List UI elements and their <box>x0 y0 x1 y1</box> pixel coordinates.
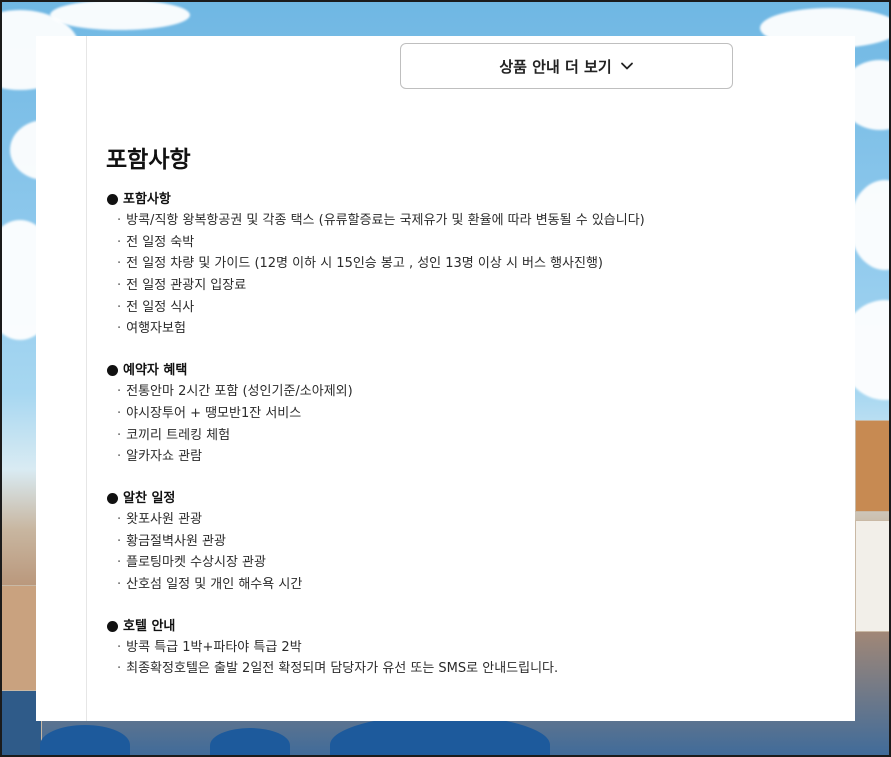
group-heading: 예약자 혜택 <box>107 360 827 381</box>
bullet-circle-icon <box>107 194 118 205</box>
list-item: 야시장투어 + 땡모반1잔 서비스 <box>107 403 827 425</box>
inclusions-list: 포함사항 방콕/직항 왕복항공권 및 각종 택스 (유류할증료는 국제유가 및 … <box>107 189 827 700</box>
blue-dome-shape <box>330 715 550 757</box>
list-item: 전통안마 2시간 포함 (성인기준/소아제외) <box>107 381 827 403</box>
cloud-shape <box>50 0 190 30</box>
list-item: 황금절벽사원 관광 <box>107 531 827 553</box>
group-included: 포함사항 방콕/직항 왕복항공권 및 각종 택스 (유류할증료는 국제유가 및 … <box>107 189 827 340</box>
cloud-shape <box>850 180 891 270</box>
more-product-info-button[interactable]: 상품 안내 더 보기 <box>400 43 733 89</box>
group-heading: 호텔 안내 <box>107 616 827 637</box>
blue-dome-shape <box>210 728 290 757</box>
group-heading: 포함사항 <box>107 189 827 210</box>
blue-dome-shape <box>40 725 130 757</box>
group-hotel-info: 호텔 안내 방콕 특급 1박+파타야 특급 2박 최종확정호텔은 출발 2일전 … <box>107 616 827 680</box>
card-left-divider <box>86 36 87 721</box>
list-item: 최종확정호텔은 출발 2일전 확정되며 담당자가 유선 또는 SMS로 안내드립… <box>107 658 827 680</box>
building-shape <box>855 420 891 512</box>
bullet-circle-icon <box>107 492 118 504</box>
list-item: 전 일정 숙박 <box>107 232 827 254</box>
list-item: 플로팅마켓 수상시장 관광 <box>107 552 827 574</box>
list-item: 전 일정 차량 및 가이드 (12명 이하 시 15인승 봉고 , 성인 13명… <box>107 253 827 275</box>
group-heading: 알찬 일정 <box>107 488 827 509</box>
list-item: 여행자보험 <box>107 318 827 340</box>
product-info-card: 상품 안내 더 보기 포함사항 포함사항 방콕/직항 왕복항공권 및 각종 택스… <box>36 36 855 721</box>
bullet-circle-icon <box>107 620 118 632</box>
group-booking-benefits: 예약자 혜택 전통안마 2시간 포함 (성인기준/소아제외) 야시장투어 + 땡… <box>107 360 827 468</box>
bullet-circle-icon <box>107 365 118 377</box>
building-shape <box>855 520 891 632</box>
list-item: 왓포사원 관광 <box>107 509 827 531</box>
group-itinerary: 알찬 일정 왓포사원 관광 황금절벽사원 관광 플로팅마켓 수상시장 관광 산호… <box>107 488 827 596</box>
list-item: 알카자쇼 관람 <box>107 446 827 468</box>
section-title: 포함사항 <box>106 147 191 173</box>
list-item: 방콕/직항 왕복항공권 및 각종 택스 (유류할증료는 국제유가 및 환율에 따… <box>107 210 827 232</box>
list-item: 코끼리 트레킹 체험 <box>107 425 827 447</box>
list-item: 전 일정 관광지 입장료 <box>107 275 827 297</box>
list-item: 산호섬 일정 및 개인 해수욕 시간 <box>107 574 827 596</box>
chevron-down-icon <box>620 62 633 70</box>
list-item: 방콕 특급 1박+파타야 특급 2박 <box>107 637 827 659</box>
list-item: 전 일정 식사 <box>107 297 827 319</box>
more-button-label: 상품 안내 더 보기 <box>499 57 612 76</box>
